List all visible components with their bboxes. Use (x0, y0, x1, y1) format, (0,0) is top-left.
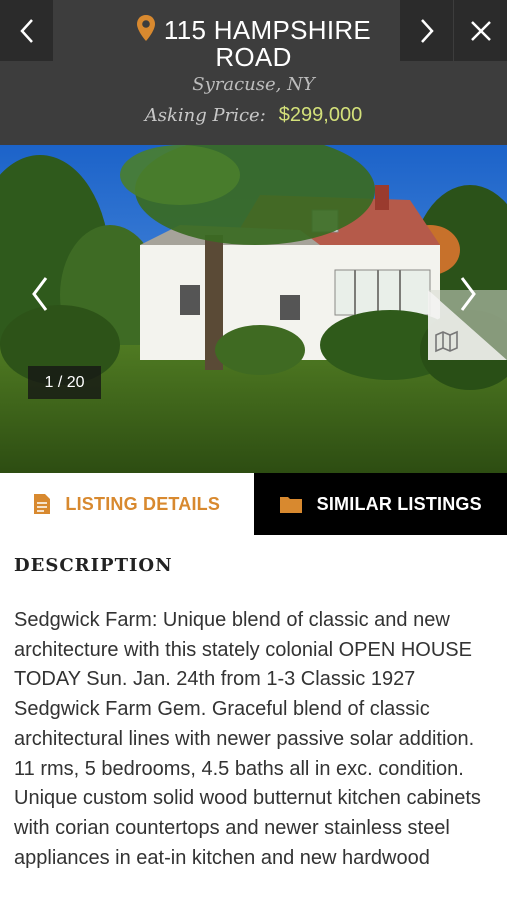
address-text: 115 HAMPSHIRE ROAD (163, 15, 372, 72)
location-subtitle: Syracuse, NY (192, 74, 315, 95)
address-title-wrap: 115 HAMPSHIRE ROAD (100, 14, 407, 71)
tab-similar-listings-label: SIMILAR LISTINGS (316, 493, 482, 514)
folder-icon (279, 497, 302, 513)
document-icon (34, 494, 51, 514)
tab-similar-listings[interactable]: SIMILAR LISTINGS (253, 473, 507, 535)
price-value: $299,000 (278, 104, 363, 126)
listing-header: 115 HAMPSHIRE ROAD Syracuse, NY Asking P… (0, 0, 507, 145)
next-photo-arrow[interactable] (456, 274, 480, 314)
close-icon (470, 20, 491, 41)
back-button[interactable] (0, 0, 53, 61)
photo-counter: 1 / 20 (28, 366, 101, 399)
price-label: Asking Price: (144, 105, 266, 126)
close-button[interactable] (454, 0, 507, 61)
description-section: DESCRIPTION Sedgwick Farm: Unique blend … (0, 535, 507, 873)
description-heading: DESCRIPTION (14, 555, 173, 576)
price-row: Asking Price: $299,000 (0, 104, 507, 127)
tab-listing-details-label: LISTING DETAILS (65, 493, 221, 514)
next-listing-button[interactable] (400, 0, 453, 61)
chevron-right-icon (420, 18, 434, 43)
location-pin-icon (136, 15, 155, 41)
address-title: 115 HAMPSHIRE ROAD (100, 14, 407, 71)
chevron-left-icon (19, 18, 33, 43)
tab-listing-details[interactable]: LISTING DETAILS (0, 473, 254, 535)
previous-photo-arrow[interactable] (28, 274, 52, 314)
listing-tabs: LISTING DETAILS SIMILAR LISTINGS (0, 473, 507, 535)
description-text: Sedgwick Farm: Unique blend of classic a… (14, 609, 481, 869)
photo-gallery[interactable]: 1 / 20 (0, 145, 507, 473)
